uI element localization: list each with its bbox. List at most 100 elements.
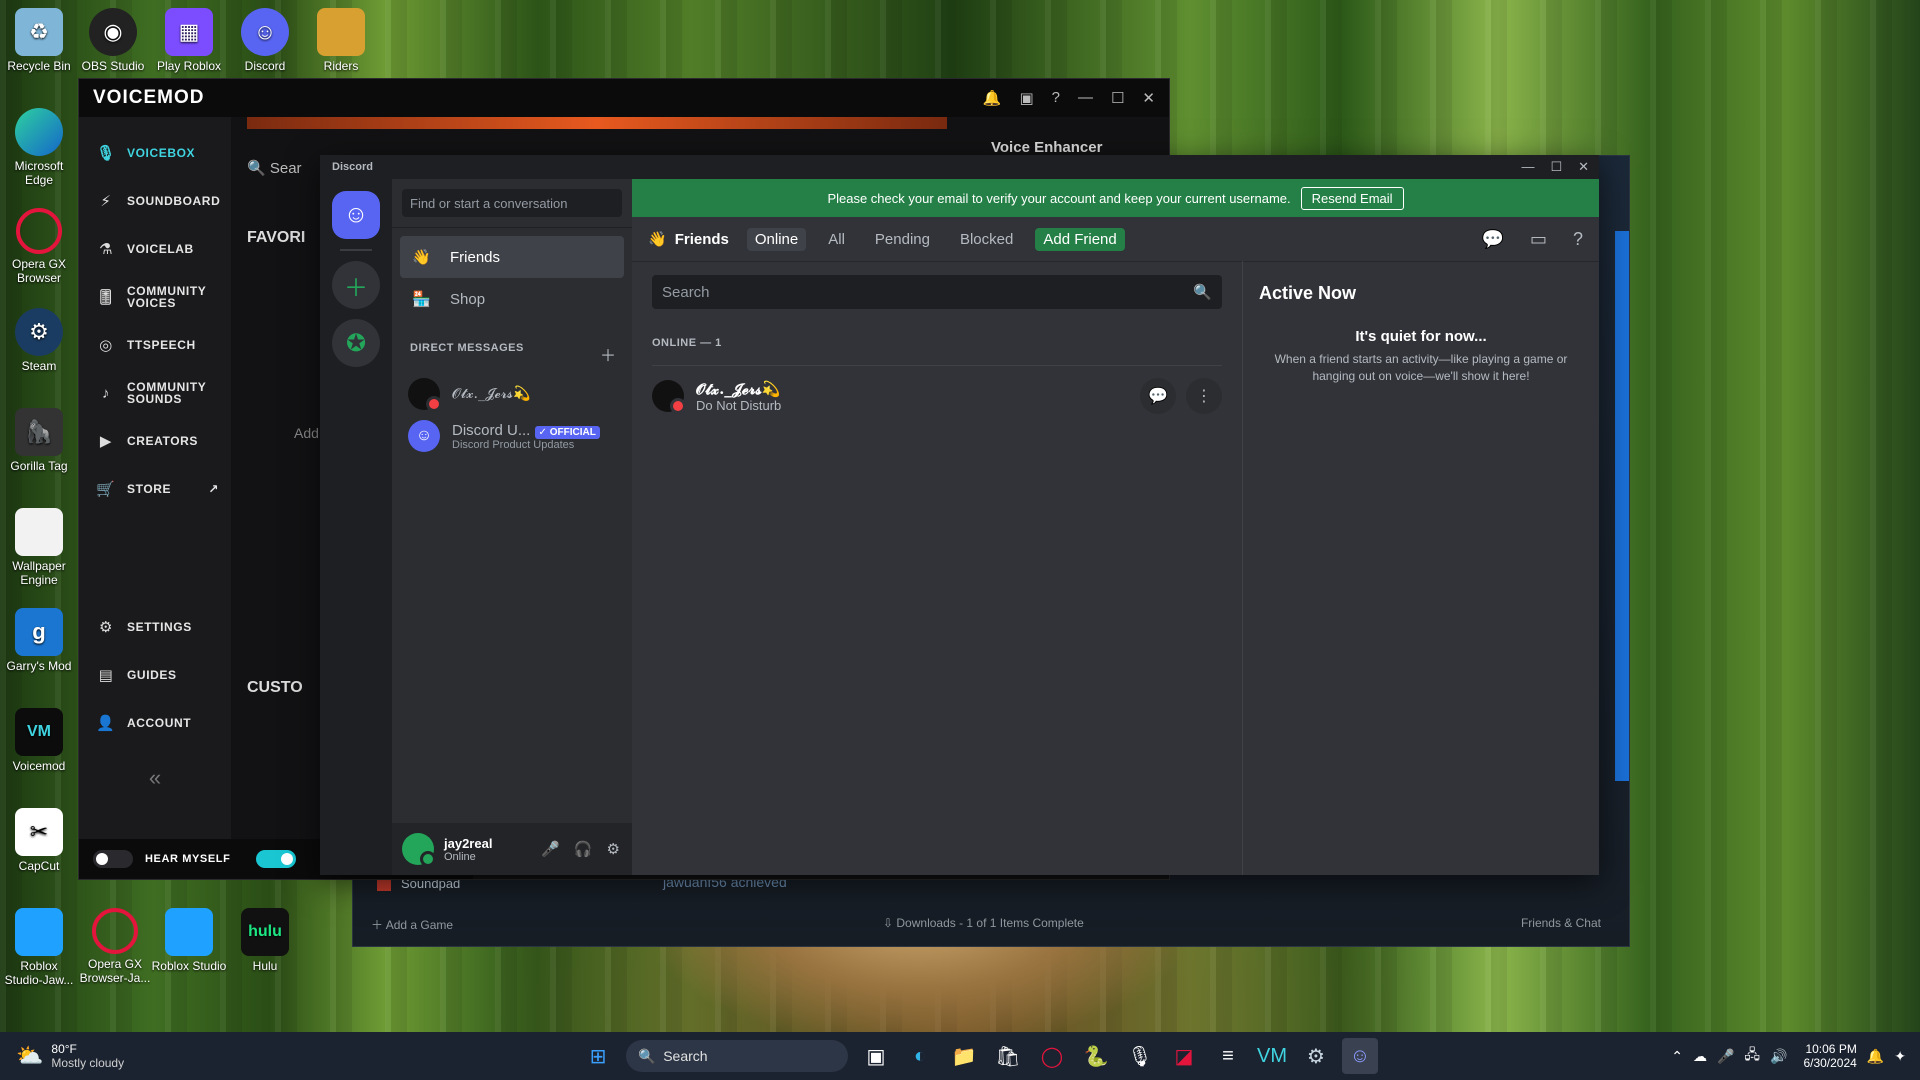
tab-online[interactable]: Online [746,227,807,251]
bell-icon[interactable]: 🔔 [983,89,1002,107]
desktop-icon-garrys-mod[interactable]: g Garry's Mod [0,608,78,673]
desktop-icon-roblox-studio-jaw[interactable]: Roblox Studio-Jaw... [0,908,78,987]
steam-icon[interactable]: ⚙ [1298,1038,1334,1074]
resend-email-button[interactable]: Resend Email [1300,186,1404,210]
nav-voicelab[interactable]: ⚗ VOICELAB [79,225,231,273]
clock[interactable]: 10:06 PM 6/30/2024 [1803,1042,1856,1070]
desktop-icon-riders[interactable]: Riders [302,8,380,73]
minimize-icon[interactable]: — [1078,89,1093,107]
notification-bell-icon[interactable]: 🔔 [1867,1048,1884,1065]
nav-guides[interactable]: ▤ GUIDES [79,651,231,699]
message-icon[interactable]: 💬 [1140,378,1176,414]
collapse-sidebar-icon[interactable]: « [79,765,231,791]
maximize-icon[interactable]: ☐ [1111,89,1124,107]
minimize-icon[interactable]: — [1521,159,1534,175]
onedrive-icon[interactable]: ☁ [1693,1048,1707,1065]
nav-voicebox[interactable]: 🎙 VOICEBOX [79,129,231,177]
amd-icon[interactable]: ◪ [1166,1038,1202,1074]
file-explorer-icon[interactable]: 📁 [946,1038,982,1074]
dm-item[interactable]: ☺ Discord U... ✓ OFFICIAL Discord Produc… [400,414,624,458]
help-icon[interactable]: ? [1573,229,1583,250]
gear-icon[interactable]: ⚙ [607,840,620,858]
voice-changer-toggle[interactable] [256,850,297,868]
chevron-up-icon[interactable]: ⌃ [1671,1048,1683,1065]
nav-settings[interactable]: ⚙ SETTINGS [79,603,231,651]
explore-servers-button[interactable]: ✪ [332,319,380,367]
nav-soundboard[interactable]: ⚡ SOUNDBOARD [79,177,231,225]
desktop-icon-obs[interactable]: ◉ OBS Studio [74,8,152,73]
add-game-button[interactable]: ＋ Add a Game [371,916,453,933]
nav-friends[interactable]: 👋 Friends [400,236,624,278]
hear-myself-toggle[interactable] [93,850,133,868]
tab-pending[interactable]: Pending [867,228,938,251]
add-server-button[interactable]: ＋ [332,261,380,309]
nav-creators[interactable]: ▶ CREATORS [79,417,231,465]
voicemod-search[interactable]: 🔍 Sear [247,159,302,177]
new-group-dm-icon[interactable]: 💬 [1482,229,1504,250]
volume-icon[interactable]: 🔊 [1770,1048,1787,1065]
store-icon[interactable]: 🛍 [990,1038,1026,1074]
desktop-icon-edge[interactable]: Microsoft Edge [0,108,78,187]
desktop-icon-hulu[interactable]: hulu Hulu [226,908,304,973]
friend-row[interactable]: 𝓞𝓽𝔁._𝓙𝓮𝓻𝓼💫 Do Not Disturb 💬 ⋮ [652,365,1222,426]
cloud-sun-icon: ⛅ [16,1043,44,1068]
nav-community-voices[interactable]: 🎚 COMMUNITY VOICES [79,273,231,321]
network-icon[interactable]: 🖧 [1744,1044,1760,1068]
tab-blocked[interactable]: Blocked [952,228,1021,251]
scrollbar[interactable] [1615,231,1629,781]
nav-store[interactable]: 🛒 STORE ↗ [79,465,231,513]
downloads-status[interactable]: ⇩ Downloads - 1 of 1 Items Complete [883,916,1084,930]
opera-gx-icon[interactable]: ◯ [1034,1038,1070,1074]
razer-icon[interactable]: 🐍 [1078,1038,1114,1074]
help-icon[interactable]: ? [1052,89,1060,107]
taskbar-search-input[interactable]: 🔍 Search [626,1040,848,1072]
desktop-icon-roblox-studio[interactable]: Roblox Studio [150,908,228,973]
desktop-icon-wallpaper-engine[interactable]: Wallpaper Engine [0,508,78,587]
desktop-icon-gorilla-tag[interactable]: 🦍 Gorilla Tag [0,408,78,473]
nav-account[interactable]: 👤 ACCOUNT [79,699,231,747]
more-options-icon[interactable]: ⋮ [1186,378,1222,414]
close-icon[interactable]: ✕ [1578,159,1589,175]
desktop-icon-play-roblox[interactable]: ▦ Play Roblox [150,8,228,73]
create-dm-icon[interactable]: ＋ [600,342,616,366]
desktop-icon-recycle-bin[interactable]: ♻ Recycle Bin [0,8,78,73]
discord-icon[interactable]: ☺ [1342,1038,1378,1074]
desktop-icon-opera-gx-ja[interactable]: Opera GX Browser-Ja... [76,908,154,985]
desktop-icon-capcut[interactable]: ✂ CapCut [0,808,78,873]
headphones-icon[interactable]: 🎧 [574,840,593,858]
nav-shop[interactable]: 🏪 Shop [400,278,624,320]
tab-add-friend[interactable]: Add Friend [1035,227,1125,251]
desktop-icon-discord[interactable]: ☺ Discord [226,8,304,73]
steam-icon: ⚙ [15,308,63,356]
task-view-icon[interactable]: ▣ [858,1038,894,1074]
home-button[interactable]: ☺ [332,191,380,239]
dm-sidebar: Find or start a conversation 👋 Friends 🏪 S… [392,179,632,875]
desktop-icon-steam[interactable]: ⚙ Steam [0,308,78,373]
dm-search-input[interactable]: Find or start a conversation [402,189,622,217]
nav-ttspeech[interactable]: ◎ TTSPEECH [79,321,231,369]
friends-chat-button[interactable]: Friends & Chat [1521,916,1601,930]
dm-item[interactable]: 𝓞𝓽𝔁._𝓙𝓮𝓻𝓼💫 [400,374,624,414]
mic-icon[interactable]: 🎤 [541,840,560,858]
mic-icon[interactable]: 🎤 [1717,1048,1734,1065]
copilot-icon[interactable]: ✦ [1894,1048,1906,1065]
voicemod-icon[interactable]: VM [1254,1038,1290,1074]
weather-widget[interactable]: ⛅ 80°F Mostly cloudy [0,1042,216,1070]
discord-link-icon[interactable]: ▣ [1019,89,1033,107]
start-icon[interactable]: ⊞ [580,1038,616,1074]
maximize-icon[interactable]: ☐ [1550,159,1562,175]
desktop-icon-voicemod[interactable]: VM Voicemod [0,708,78,773]
banner-carousel[interactable] [247,117,947,129]
tab-all[interactable]: All [820,228,853,251]
flask-icon: ⚗ [98,241,114,258]
desktop-icon-opera-gx[interactable]: Opera GX Browser [0,208,78,285]
nav-community-sounds[interactable]: ♪ COMMUNITY SOUNDS [79,369,231,417]
inbox-icon[interactable]: ▭ [1530,229,1547,250]
friends-search-input[interactable]: Search 🔍 [652,275,1222,309]
avatar[interactable] [402,833,436,867]
close-icon[interactable]: ✕ [1142,89,1155,107]
microphone-app-icon[interactable]: 🎙 [1122,1038,1158,1074]
edge-icon[interactable]: ◐ [902,1038,938,1074]
taskbar: ⛅ 80°F Mostly cloudy ⊞ 🔍 Search ▣ ◐ 📁 🛍 … [0,1032,1920,1080]
stack-app-icon[interactable]: ≡ [1210,1038,1246,1074]
